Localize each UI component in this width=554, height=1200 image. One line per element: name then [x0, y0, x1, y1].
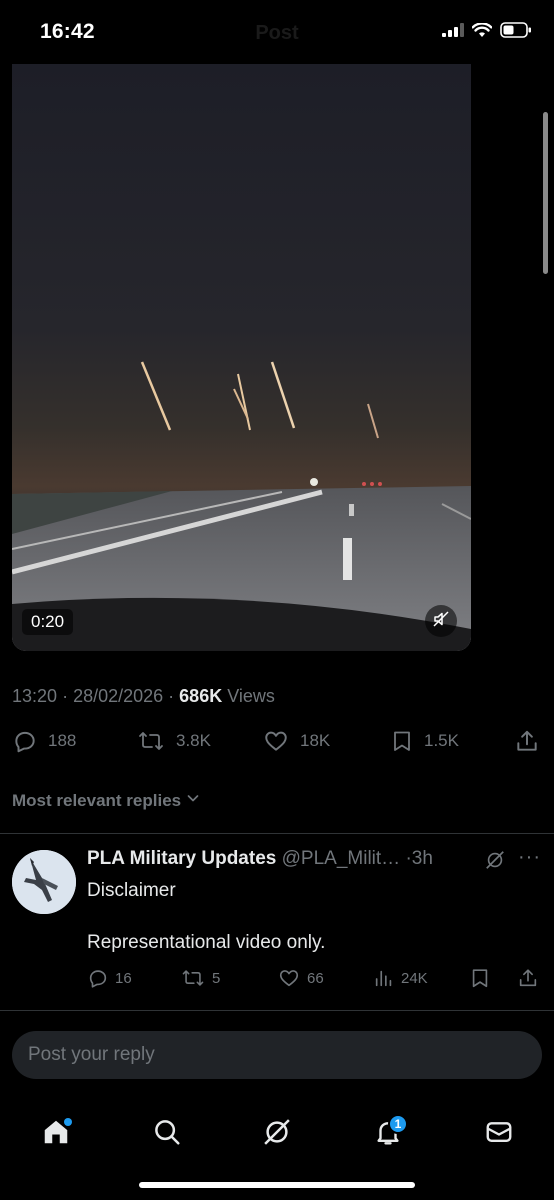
- reply-time: 3h: [411, 848, 433, 869]
- reply-bookmark-button[interactable]: [469, 967, 491, 989]
- repost-button[interactable]: 3.8K: [136, 728, 211, 754]
- fighter-jet-icon: [12, 850, 76, 914]
- nav-grok[interactable]: [249, 1106, 305, 1162]
- post-action-bar: 188 3.8K 18K 1.5K: [12, 728, 542, 760]
- reply-header: PLA Military Updates @PLA_Milit… ·3h: [87, 848, 547, 874]
- status-bar: 16:42 Post: [0, 0, 554, 64]
- video-frame: [12, 64, 471, 651]
- chevron-down-icon: [185, 790, 201, 811]
- bookmark-icon: [390, 728, 414, 754]
- repost-count: 3.8K: [176, 731, 211, 750]
- scrollbar[interactable]: [543, 112, 548, 274]
- post-meta: 13:20 · 28/02/2026 · 686K Views: [12, 686, 275, 707]
- reply-like-button[interactable]: 66: [277, 967, 324, 989]
- reply-like-count: 66: [307, 969, 324, 987]
- meta-separator: ·: [62, 686, 74, 706]
- notifications-badge: 1: [388, 1114, 408, 1134]
- bookmark-button[interactable]: 1.5K: [390, 728, 459, 754]
- speaker-muted-icon: [432, 610, 450, 633]
- analytics-bars-icon: [373, 967, 395, 989]
- divider: [0, 1010, 554, 1011]
- nav-search[interactable]: [139, 1106, 195, 1162]
- reply-composer[interactable]: [12, 1031, 542, 1079]
- reply-author-name[interactable]: PLA Military Updates: [87, 848, 276, 869]
- repost-icon: [180, 967, 206, 989]
- heart-icon: [277, 967, 301, 989]
- video-duration: 0:20: [22, 609, 74, 635]
- mail-icon: [484, 1117, 514, 1152]
- reply-author-handle[interactable]: @PLA_Milit…: [282, 848, 401, 869]
- more-options-icon[interactable]: ···: [518, 846, 541, 869]
- repost-icon: [136, 728, 166, 754]
- reply-views-count: 24K: [401, 969, 428, 987]
- reply-action-bar: 16 5 66 24K: [87, 967, 547, 991]
- nav-messages[interactable]: [471, 1106, 527, 1162]
- meta-separator: ·: [168, 686, 180, 706]
- divider: [0, 833, 554, 834]
- reply-button[interactable]: 188: [12, 728, 76, 754]
- post-time: 13:20: [12, 686, 58, 706]
- grok-icon: [262, 1117, 292, 1152]
- heart-icon: [262, 728, 290, 754]
- reply-share-button[interactable]: [517, 967, 539, 989]
- views-count: 686K: [179, 686, 223, 706]
- wifi-icon: [471, 21, 493, 43]
- cellular-signal-icon: [442, 23, 464, 42]
- nav-notifications[interactable]: 1: [360, 1106, 416, 1162]
- reply-text-line-2: Representational video only.: [87, 932, 326, 953]
- grok-icon[interactable]: [484, 849, 506, 876]
- battery-icon: [500, 22, 532, 43]
- search-icon: [152, 1117, 182, 1152]
- reply-reply-button[interactable]: 16: [87, 967, 132, 989]
- views-label: Views: [227, 686, 275, 706]
- mute-button[interactable]: [425, 605, 457, 637]
- replies-sort-dropdown[interactable]: Most relevant replies: [12, 790, 201, 811]
- nav-home[interactable]: [28, 1106, 84, 1162]
- reply-icon: [87, 967, 109, 989]
- replies-sort-label: Most relevant replies: [12, 790, 182, 810]
- bookmark-count: 1.5K: [424, 731, 459, 750]
- post-date: 28/02/2026: [73, 686, 164, 706]
- share-icon: [517, 967, 539, 989]
- share-icon: [514, 728, 540, 754]
- status-icons: [442, 21, 532, 43]
- reply-text-line-1: Disclaimer: [87, 880, 176, 901]
- reply-views-button[interactable]: 24K: [373, 967, 428, 989]
- home-indicator[interactable]: [139, 1182, 415, 1188]
- reply-count: 188: [48, 731, 77, 750]
- reply-icon: [12, 728, 38, 754]
- video-player[interactable]: 0:20: [12, 64, 471, 651]
- reply-repost-count: 5: [212, 969, 221, 987]
- share-button[interactable]: [514, 728, 540, 754]
- reply-repost-button[interactable]: 5: [180, 967, 220, 989]
- bookmark-icon: [469, 967, 491, 989]
- reply-reply-count: 16: [115, 969, 132, 987]
- like-button[interactable]: 18K: [262, 728, 330, 754]
- home-unread-dot: [64, 1118, 72, 1126]
- reply-input[interactable]: [28, 1044, 508, 1066]
- avatar[interactable]: [12, 850, 76, 914]
- like-count: 18K: [300, 731, 331, 750]
